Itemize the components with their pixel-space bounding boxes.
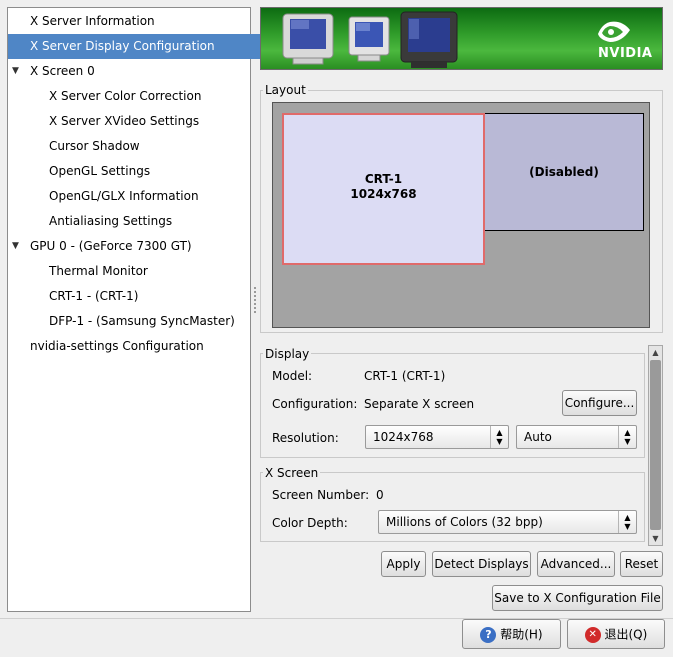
color-depth-select-value: Millions of Colors (32 bpp) [386,515,543,529]
advanced-button[interactable]: Advanced... [537,551,615,577]
scrollbar-thumb[interactable] [650,360,661,530]
resolution-label: Resolution: [272,431,339,445]
sidebar-item-label: Antialiasing Settings [49,214,173,228]
display-disabled-label: (Disabled) [529,165,599,179]
nvidia-banner: NVIDIA [260,7,663,70]
help-icon: ? [480,626,497,643]
resolution-select-value: 1024x768 [373,430,434,444]
configuration-label: Configuration: [272,397,358,411]
sidebar-item-label: CRT-1 - (CRT-1) [49,289,139,303]
vertical-scrollbar[interactable]: ▲ ▼ [648,345,663,546]
model-value: CRT-1 (CRT-1) [364,369,446,383]
sidebar-item-dfp-1[interactable]: DFP-1 - (Samsung SyncMaster) [8,309,291,334]
sidebar-item-label: Cursor Shadow [49,139,140,153]
configure-button[interactable]: Configure... [562,390,637,416]
sidebar-item-gpu-0[interactable]: ▼ GPU 0 - (GeForce 7300 GT) [8,234,272,259]
sidebar-item-label: nvidia-settings Configuration [30,339,204,353]
crt-monitor-icon [282,13,334,65]
quit-button[interactable]: ✕ 退出(Q) [567,619,665,649]
expander-arrow-icon[interactable]: ▼ [12,59,24,84]
scroll-down-icon[interactable]: ▼ [649,532,662,545]
reset-button[interactable]: Reset [620,551,663,577]
sidebar-item-opengl-glx-information[interactable]: OpenGL/GLX Information [8,184,291,209]
resolution-select[interactable]: 1024x768 ▲ ▼ [365,425,509,449]
x-screen-frame-label: X Screen [263,466,321,480]
crt-monitor-icon [348,16,390,62]
crt-monitor-icon [400,11,458,68]
sidebar-item-label: DFP-1 - (Samsung SyncMaster) [49,314,235,328]
sidebar-item-x-server-information[interactable]: X Server Information [8,9,272,34]
quit-button-label: 退出(Q) [604,627,648,642]
detect-displays-button[interactable]: Detect Displays [432,551,531,577]
help-button[interactable]: ? 帮助(H) [462,619,561,649]
sidebar-item-label: GPU 0 - (GeForce 7300 GT) [30,239,192,253]
sidebar-item-label: X Server Information [30,14,155,28]
display-layout-canvas[interactable]: (Disabled) CRT-1 1024x768 [272,102,650,328]
refresh-rate-select-value: Auto [524,430,552,444]
configuration-value: Separate X screen [364,397,475,411]
sidebar-item-color-correction[interactable]: X Server Color Correction [8,84,291,109]
sidebar-item-x-screen-0[interactable]: ▼ X Screen 0 [8,59,272,84]
display-mode-label: 1024x768 [350,187,417,201]
refresh-rate-select[interactable]: Auto ▲ ▼ [516,425,637,449]
combo-arrows-icon: ▲ ▼ [618,511,636,533]
sidebar-item-cursor-shadow[interactable]: Cursor Shadow [8,134,291,159]
display-frame-label: Display [263,347,312,361]
pane-splitter-handle[interactable] [252,285,258,325]
sidebar-item-opengl-settings[interactable]: OpenGL Settings [8,159,291,184]
sidebar-item-x-server-display-configuration[interactable]: X Server Display Configuration [8,34,272,59]
sidebar-item-antialiasing-settings[interactable]: Antialiasing Settings [8,209,291,234]
display-name-label: CRT-1 [364,172,403,186]
sidebar-item-label: X Screen 0 [30,64,95,78]
sidebar-item-thermal-monitor[interactable]: Thermal Monitor [8,259,291,284]
sidebar-item-xvideo-settings[interactable]: X Server XVideo Settings [8,109,291,134]
nvidia-logo-text: NVIDIA [598,46,653,61]
apply-button[interactable]: Apply [381,551,426,577]
sidebar-item-label: OpenGL Settings [49,164,151,178]
sidebar-item-nvidia-settings-configuration[interactable]: nvidia-settings Configuration [8,334,272,359]
layout-frame-label: Layout [263,83,308,97]
display-disabled-box[interactable]: (Disabled) [484,113,644,231]
screen-number-value: 0 [376,488,384,502]
combo-arrows-icon: ▲ ▼ [618,426,636,448]
sidebar-tree[interactable]: X Server Information X Server Display Co… [7,7,272,612]
combo-arrows-icon: ▲ ▼ [490,426,508,448]
color-depth-label: Color Depth: [272,516,348,530]
color-depth-select[interactable]: Millions of Colors (32 bpp) ▲ ▼ [378,510,637,534]
help-button-label: 帮助(H) [500,627,543,642]
save-x-configuration-button[interactable]: Save to X Configuration File [492,585,663,611]
sidebar-item-label: X Server XVideo Settings [49,114,200,128]
expander-arrow-icon[interactable]: ▼ [12,234,24,259]
close-icon: ✕ [584,626,601,643]
sidebar-item-crt-1[interactable]: CRT-1 - (CRT-1) [8,284,291,309]
model-label: Model: [272,369,313,383]
scroll-up-icon[interactable]: ▲ [649,346,662,359]
display-crt-1-box[interactable]: CRT-1 1024x768 [282,113,485,265]
sidebar-item-label: Thermal Monitor [49,264,148,278]
sidebar-item-label: X Server Color Correction [49,89,202,103]
sidebar-item-label: X Server Display Configuration [30,39,215,53]
nvidia-logo-icon [598,21,630,42]
screen-number-label: Screen Number: [272,488,370,502]
sidebar-item-label: OpenGL/GLX Information [49,189,199,203]
